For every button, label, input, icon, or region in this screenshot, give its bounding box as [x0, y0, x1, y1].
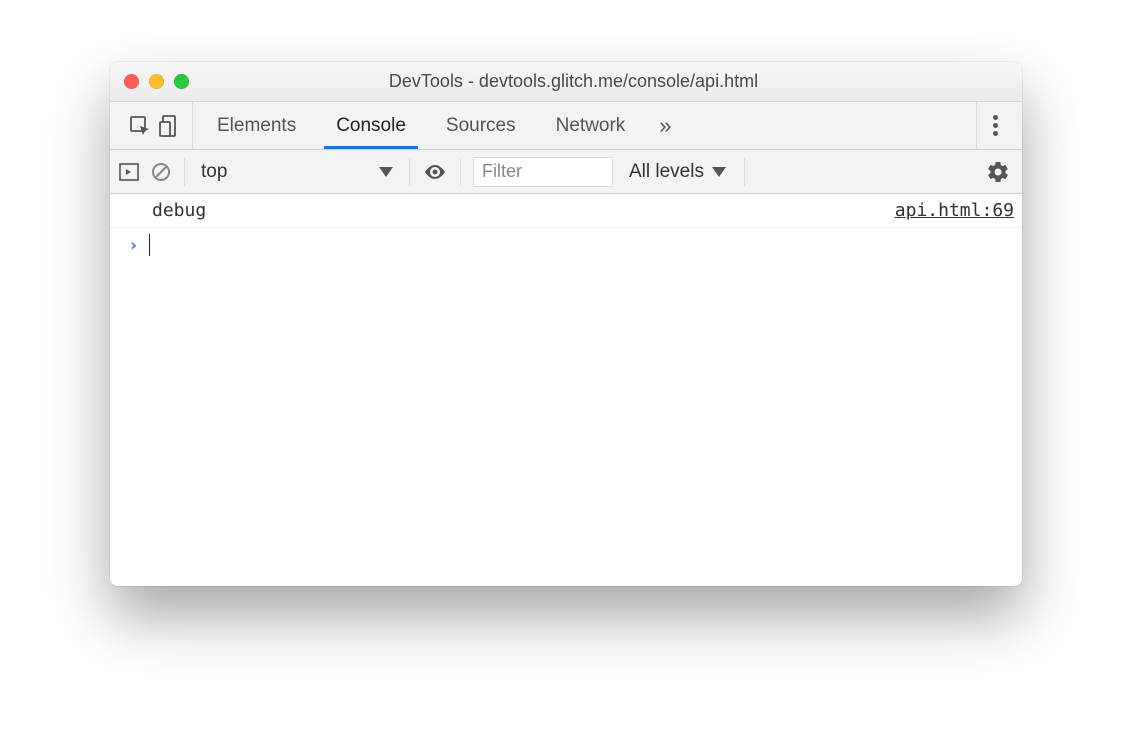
window-title: DevTools - devtools.glitch.me/console/ap…: [139, 71, 1008, 92]
console-sidebar-toggle-icon[interactable]: [118, 161, 140, 183]
chevron-down-icon: [379, 167, 393, 177]
tabbar-left-tools: [118, 102, 193, 149]
context-label: top: [201, 161, 227, 183]
console-settings-icon[interactable]: [982, 160, 1014, 184]
console-log-row: debug api.html:69: [110, 194, 1022, 228]
tab-sources[interactable]: Sources: [426, 102, 536, 149]
close-window-button[interactable]: [124, 74, 139, 89]
console-body: debug api.html:69 ›: [110, 194, 1022, 586]
clear-console-icon[interactable]: [150, 161, 172, 183]
log-message: debug: [152, 200, 895, 221]
tab-network[interactable]: Network: [536, 102, 646, 149]
log-source-link[interactable]: api.html:69: [895, 200, 1014, 221]
devtools-tabbar: Elements Console Sources Network »: [110, 102, 1022, 150]
devtools-menu-button[interactable]: [987, 109, 1004, 142]
live-expression-icon[interactable]: [422, 162, 448, 182]
chevron-down-icon: [712, 167, 726, 177]
tab-elements[interactable]: Elements: [197, 102, 316, 149]
log-levels-select[interactable]: All levels: [623, 161, 732, 183]
console-prompt-row[interactable]: ›: [110, 228, 1022, 262]
tabbar-right: [976, 102, 1014, 149]
levels-label: All levels: [629, 161, 704, 183]
text-cursor: [149, 234, 151, 256]
panel-tabs: Elements Console Sources Network »: [193, 102, 685, 149]
console-toolbar: top All levels: [110, 150, 1022, 194]
tab-console[interactable]: Console: [316, 102, 426, 149]
devtools-window: DevTools - devtools.glitch.me/console/ap…: [110, 62, 1022, 586]
more-tabs-button[interactable]: »: [645, 102, 685, 149]
console-filter-input[interactable]: [473, 157, 613, 187]
inspect-element-icon[interactable]: [128, 114, 152, 138]
chevron-double-right-icon: »: [659, 113, 671, 139]
separator: [744, 158, 745, 186]
separator: [184, 158, 185, 186]
prompt-caret-icon: ›: [128, 235, 139, 256]
execution-context-select[interactable]: top: [197, 159, 397, 185]
separator: [409, 158, 410, 186]
separator: [460, 158, 461, 186]
titlebar: DevTools - devtools.glitch.me/console/ap…: [110, 62, 1022, 102]
device-toolbar-icon[interactable]: [158, 114, 182, 138]
